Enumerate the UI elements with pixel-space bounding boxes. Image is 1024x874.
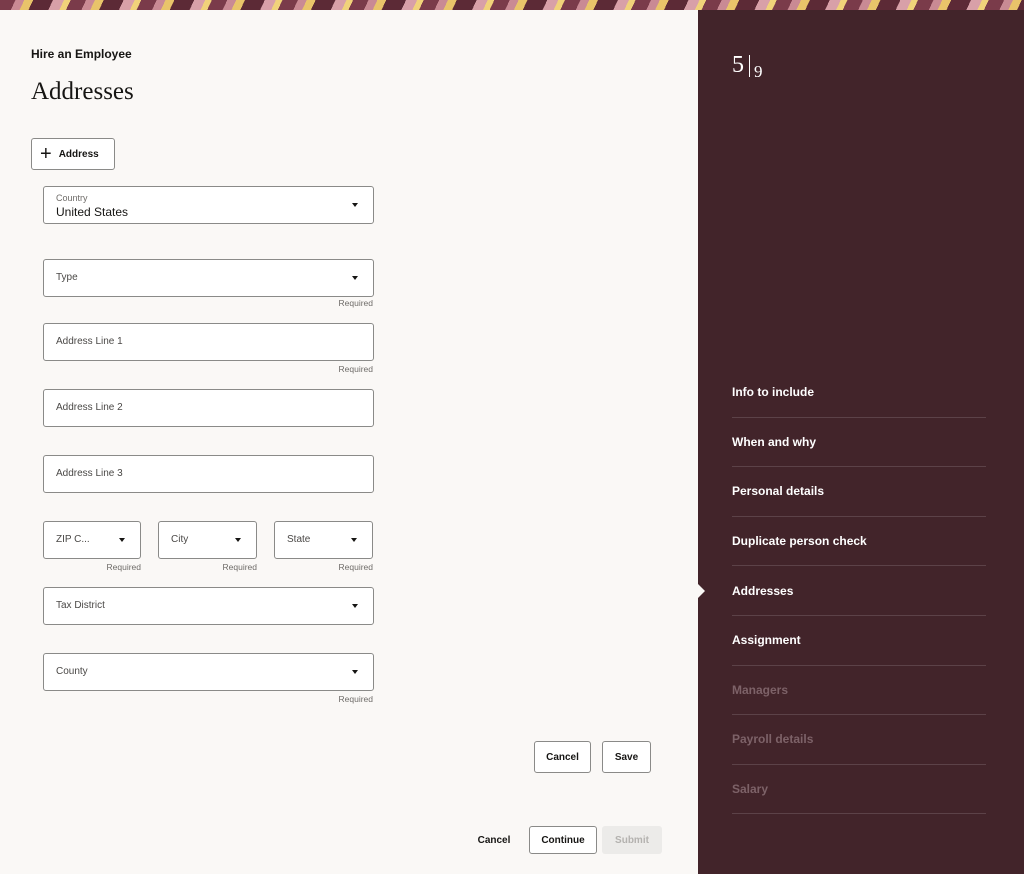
plus-icon: + xyxy=(40,143,52,165)
form-save-button[interactable]: Save xyxy=(602,741,651,773)
address-line-1-label: Address Line 1 xyxy=(56,336,123,347)
type-select[interactable]: Type xyxy=(43,259,374,297)
county-select[interactable]: County xyxy=(43,653,374,691)
step-label: Addresses xyxy=(732,583,794,598)
county-label: County xyxy=(56,666,88,677)
progress-sidebar: 5 9 Info to include When and why Persona… xyxy=(698,10,1024,874)
address-line-3-input[interactable]: Address Line 3 xyxy=(43,455,374,493)
zip-code-required-hint: Required xyxy=(106,562,142,572)
step-counter-divider xyxy=(749,55,750,77)
step-label: Payroll details xyxy=(732,732,814,747)
step-personal-details[interactable]: Personal details xyxy=(732,467,986,517)
breadcrumb[interactable]: Hire an Employee xyxy=(31,47,132,61)
tax-district-select[interactable]: Tax District xyxy=(43,587,374,625)
step-counter: 5 9 xyxy=(732,52,763,82)
tax-district-label: Tax District xyxy=(56,600,105,611)
city-select[interactable]: City xyxy=(158,521,257,559)
zip-code-label: ZIP C... xyxy=(56,534,90,545)
address-line-1-required-hint: Required xyxy=(338,364,374,374)
step-assignment[interactable]: Assignment xyxy=(732,616,986,666)
current-step-number: 5 xyxy=(732,52,744,78)
state-select[interactable]: State xyxy=(274,521,373,559)
page-title: Addresses xyxy=(31,78,134,105)
zip-code-select[interactable]: ZIP C... xyxy=(43,521,141,559)
step-salary: Salary xyxy=(732,765,986,815)
county-required-hint: Required xyxy=(338,694,374,704)
main-panel: Hire an Employee Addresses + Address Cou… xyxy=(0,10,698,874)
step-when-and-why[interactable]: When and why xyxy=(732,418,986,468)
type-label: Type xyxy=(56,272,78,283)
decorative-banner xyxy=(0,0,1024,10)
continue-button[interactable]: Continue xyxy=(529,826,597,854)
state-label: State xyxy=(287,534,311,545)
chevron-down-icon xyxy=(352,276,358,280)
chevron-down-icon xyxy=(352,203,358,207)
step-label: Personal details xyxy=(732,484,825,499)
chevron-down-icon xyxy=(351,538,357,542)
step-label: Managers xyxy=(732,682,789,697)
total-step-number: 9 xyxy=(754,62,763,81)
step-list: Info to include When and why Personal de… xyxy=(732,368,986,815)
country-select[interactable]: Country United States xyxy=(43,186,374,224)
city-label: City xyxy=(171,534,189,545)
city-required-hint: Required xyxy=(222,562,258,572)
step-addresses[interactable]: Addresses xyxy=(732,566,986,616)
add-address-button[interactable]: + Address xyxy=(31,138,115,170)
step-info-to-include[interactable]: Info to include xyxy=(732,368,986,418)
chevron-down-icon xyxy=(352,604,358,608)
country-value: United States xyxy=(56,205,129,219)
submit-button: Submit xyxy=(602,826,662,854)
step-label: Info to include xyxy=(732,385,814,400)
address-line-3-label: Address Line 3 xyxy=(56,468,123,479)
address-line-1-input[interactable]: Address Line 1 xyxy=(43,323,374,361)
step-label: Duplicate person check xyxy=(732,534,867,549)
step-label: Salary xyxy=(732,782,769,797)
chevron-down-icon xyxy=(119,538,125,542)
address-line-2-label: Address Line 2 xyxy=(56,402,123,413)
address-line-2-input[interactable]: Address Line 2 xyxy=(43,389,374,427)
step-label: When and why xyxy=(732,434,816,449)
type-required-hint: Required xyxy=(338,298,374,308)
chevron-down-icon xyxy=(235,538,241,542)
step-payroll-details: Payroll details xyxy=(732,715,986,765)
cancel-button[interactable]: Cancel xyxy=(470,824,518,856)
step-duplicate-person-check[interactable]: Duplicate person check xyxy=(732,517,986,567)
add-address-label: Address xyxy=(58,148,99,160)
chevron-down-icon xyxy=(352,670,358,674)
step-label: Assignment xyxy=(732,633,801,648)
state-required-hint: Required xyxy=(338,562,374,572)
country-label: Country xyxy=(56,193,88,203)
form-cancel-button[interactable]: Cancel xyxy=(534,741,591,773)
step-managers: Managers xyxy=(732,666,986,716)
